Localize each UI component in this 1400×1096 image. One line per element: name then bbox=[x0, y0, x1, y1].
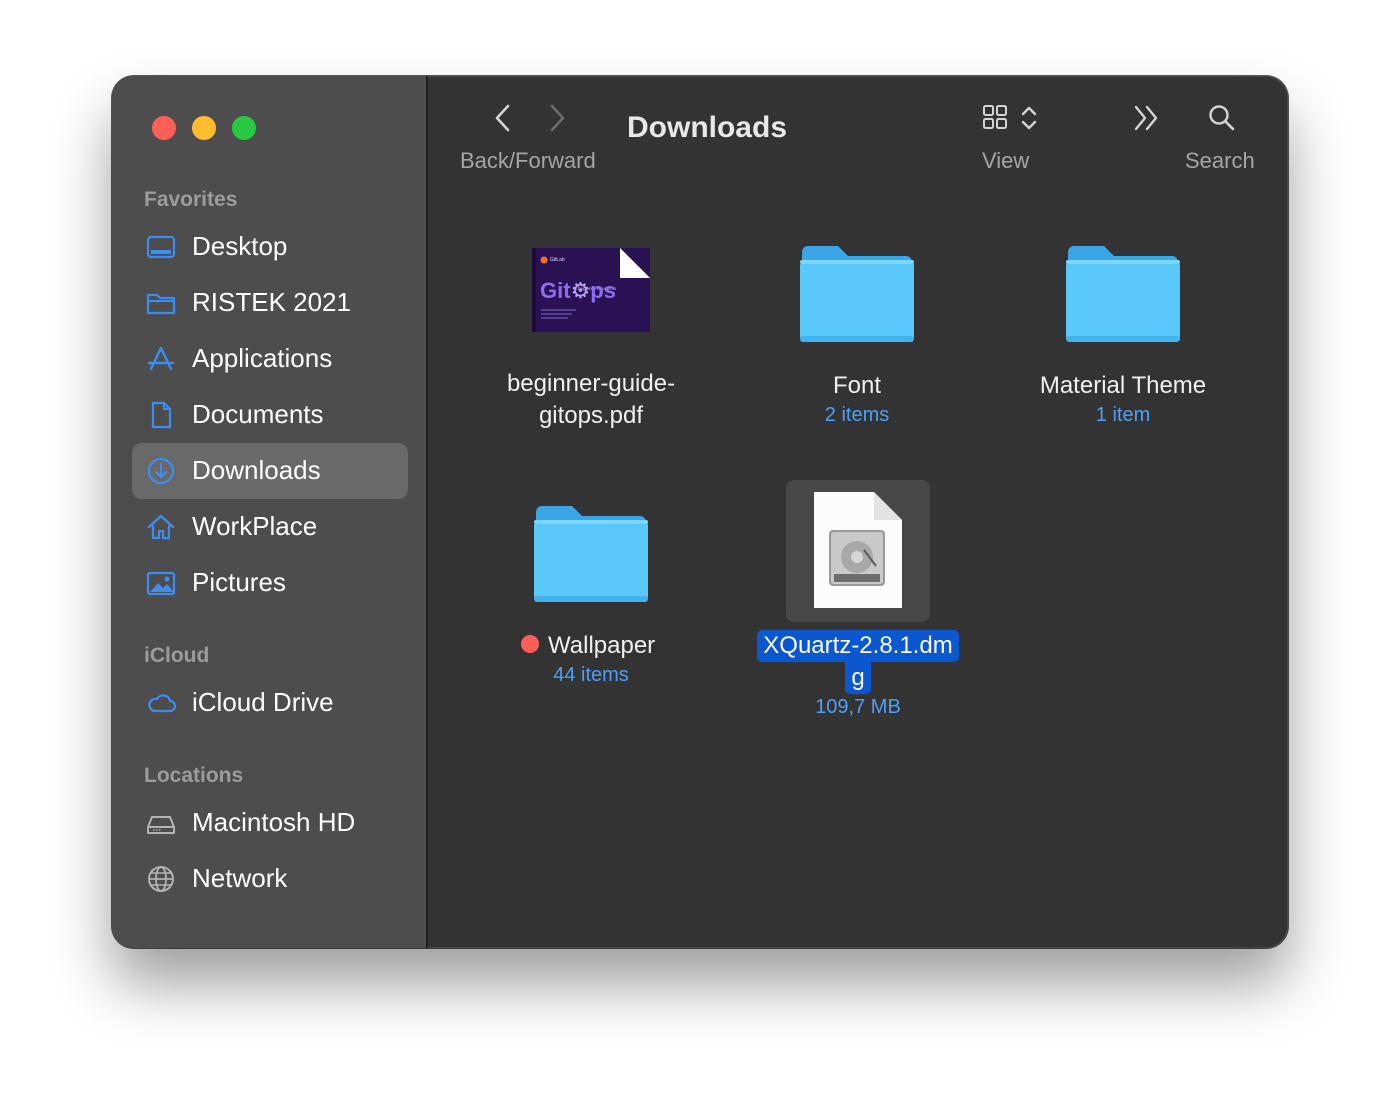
sidebar-item-network[interactable]: Network bbox=[132, 851, 408, 907]
disk-image-icon[interactable] bbox=[812, 490, 904, 610]
pdf-thumbnail-brand: GitLab bbox=[550, 257, 565, 263]
file-meta-material-theme: 1 item bbox=[1095, 404, 1151, 426]
file-name-material-theme[interactable]: Material Theme bbox=[1012, 370, 1234, 402]
back-forward-label: Back/Forward bbox=[460, 148, 596, 173]
file-name-wallpaper[interactable]: Wallpaper bbox=[548, 630, 668, 662]
folder-icon[interactable] bbox=[798, 242, 916, 344]
desktop-icon bbox=[146, 235, 176, 259]
file-meta-font: 2 items bbox=[824, 404, 890, 426]
sidebar-item-macintosh-hd[interactable]: Macintosh HD bbox=[132, 795, 408, 851]
section-title-icloud: iCloud bbox=[144, 644, 210, 667]
sidebar-item-label: RISTEK 2021 bbox=[192, 287, 351, 317]
sidebar-item-label: Network bbox=[192, 863, 288, 893]
sidebar-item-documents[interactable]: Documents bbox=[132, 387, 408, 443]
close-button[interactable] bbox=[152, 116, 176, 140]
folder-icon bbox=[146, 293, 176, 315]
file-name-font[interactable]: Font bbox=[777, 370, 937, 402]
finder-window: Favorites Desktop RISTEK 2021 Applicatio… bbox=[112, 76, 1288, 948]
download-icon bbox=[147, 457, 175, 485]
document-icon bbox=[151, 401, 172, 429]
tag-red-dot bbox=[521, 635, 539, 653]
pdf-thumbnail-title: Git⚙ps bbox=[540, 278, 616, 303]
window-title: Downloads bbox=[627, 111, 788, 144]
sidebar-item-icloud-drive[interactable]: iCloud Drive bbox=[132, 675, 408, 731]
sidebar: Favorites Desktop RISTEK 2021 Applicatio… bbox=[112, 76, 428, 948]
zoom-button[interactable] bbox=[232, 116, 256, 140]
view-label: View bbox=[982, 148, 1030, 173]
drive-icon bbox=[147, 816, 175, 834]
applications-icon bbox=[147, 346, 175, 371]
file-name-pdf[interactable]: beginner-guide- gitops.pdf bbox=[472, 368, 710, 432]
section-title-favorites: Favorites bbox=[144, 188, 238, 211]
sidebar-item-label: iCloud Drive bbox=[192, 687, 334, 717]
pictures-icon bbox=[146, 571, 176, 596]
folder-icon[interactable] bbox=[532, 502, 650, 604]
minimize-button[interactable] bbox=[192, 116, 216, 140]
chevron-left-icon[interactable] bbox=[492, 103, 514, 133]
file-meta-wallpaper: 44 items bbox=[553, 664, 629, 686]
cloud-icon bbox=[148, 694, 176, 713]
globe-icon bbox=[148, 866, 174, 892]
sidebar-item-ristek-2021[interactable]: RISTEK 2021 bbox=[132, 275, 408, 331]
sidebar-item-label: Downloads bbox=[192, 455, 321, 485]
folder-icon[interactable] bbox=[1064, 242, 1182, 344]
grid-view-icon[interactable] bbox=[982, 104, 1008, 130]
file-item-pdf-thumbnail[interactable]: A beginner's guide to GitLab Git⚙ps bbox=[532, 248, 650, 332]
section-title-locations: Locations bbox=[144, 764, 244, 787]
double-chevron-icon[interactable] bbox=[1132, 104, 1162, 132]
sidebar-item-pictures[interactable]: Pictures bbox=[132, 555, 408, 611]
sidebar-item-label: WorkPlace bbox=[192, 511, 318, 541]
sidebar-item-downloads[interactable]: Downloads bbox=[132, 443, 408, 499]
sidebar-item-label: Documents bbox=[192, 399, 324, 429]
sidebar-item-applications[interactable]: Applications bbox=[132, 331, 408, 387]
search-icon[interactable] bbox=[1208, 104, 1236, 132]
home-icon bbox=[147, 514, 175, 540]
sidebar-item-workplace[interactable]: WorkPlace bbox=[132, 499, 408, 555]
sidebar-item-desktop[interactable]: Desktop bbox=[132, 219, 408, 275]
chevron-right-icon[interactable] bbox=[546, 103, 568, 133]
sidebar-item-label: Desktop bbox=[192, 231, 288, 261]
sidebar-item-label: Macintosh HD bbox=[192, 807, 356, 837]
sidebar-item-label: Applications bbox=[192, 343, 333, 373]
file-meta-xquartz: 109,7 MB bbox=[815, 696, 901, 718]
file-name-xquartz[interactable]: XQuartz-2.8.1.dm g bbox=[742, 630, 974, 694]
sidebar-item-label: Pictures bbox=[192, 567, 286, 597]
sort-arrows-icon[interactable] bbox=[1020, 104, 1038, 132]
search-label: Search bbox=[1185, 148, 1255, 173]
